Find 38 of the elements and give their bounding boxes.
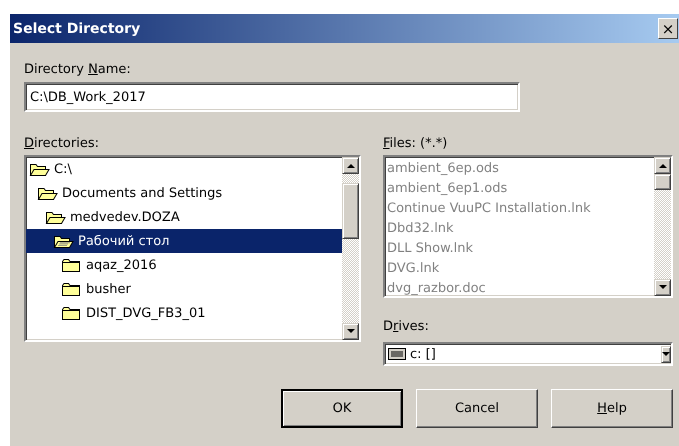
directory-item[interactable]: aqaz_2016 xyxy=(26,253,342,277)
arrow-down-icon xyxy=(662,352,670,356)
field-label: Drives: xyxy=(383,319,430,334)
directory-item[interactable]: Documents and Settings xyxy=(26,181,342,205)
scroll-up-button[interactable] xyxy=(342,157,359,174)
drive-icon xyxy=(388,348,406,360)
dialog-button[interactable]: Cancel xyxy=(416,389,538,428)
directory-item[interactable]: DIST_DVG_FB3_01 xyxy=(26,301,342,325)
scroll-thumb[interactable] xyxy=(342,183,359,239)
field-label: Directory Name: xyxy=(24,62,132,77)
directory-item[interactable]: medvedev.DOZA xyxy=(26,205,342,229)
directory-item[interactable]: C:\ xyxy=(26,157,342,181)
folder-icon xyxy=(61,257,82,273)
directory-item[interactable]: Рабочий стол xyxy=(26,229,342,253)
close-button[interactable]: × xyxy=(658,18,678,39)
drive-value: c: [] xyxy=(410,346,436,362)
directory-list[interactable]: C:\ Documents and Settings medvedev.DOZA Рабочий стол aqaz_2016 busher DIST_DVG_FB3_01 xyxy=(24,155,361,342)
folder-icon xyxy=(61,281,82,297)
folder-icon xyxy=(61,305,82,321)
open-folder-icon xyxy=(53,233,74,249)
scrollbar[interactable] xyxy=(342,157,359,340)
drives-dropdown[interactable]: c: [] xyxy=(383,342,673,366)
open-folder-icon xyxy=(45,209,66,225)
scroll-down-button[interactable] xyxy=(342,323,359,340)
dialog-button[interactable]: Help xyxy=(551,389,673,428)
dialog-button[interactable]: OK xyxy=(281,389,403,428)
directory-name-field[interactable]: C:\DB_Work_2017 xyxy=(24,82,520,112)
open-folder-icon xyxy=(29,161,50,177)
arrow-down-icon xyxy=(658,285,666,290)
arrow-down-icon xyxy=(346,329,354,334)
open-folder-icon xyxy=(37,185,58,201)
directory-item[interactable]: busher xyxy=(26,277,342,301)
list-label: Directories: xyxy=(24,136,100,151)
arrow-up-icon xyxy=(658,163,666,168)
dropdown-button[interactable] xyxy=(661,346,671,362)
arrow-up-icon xyxy=(346,163,354,168)
window-title: Select Directory xyxy=(13,20,140,36)
list-label: Files: (*.*) xyxy=(383,136,448,151)
